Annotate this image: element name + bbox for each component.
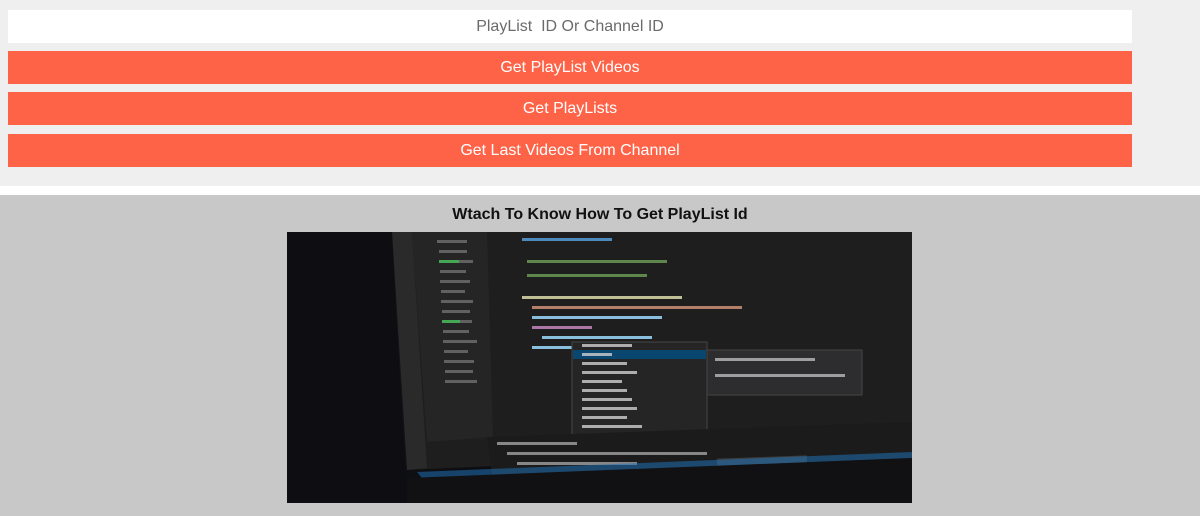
get-last-videos-button[interactable]: Get Last Videos From Channel <box>8 134 1132 167</box>
tutorial-video-section: Wtach To Know How To Get PlayList Id <box>0 195 1200 516</box>
video-thumbnail-image <box>287 232 912 503</box>
get-playlists-button[interactable]: Get PlayLists <box>8 92 1132 125</box>
controls-panel: Get PlayList Videos Get PlayLists Get La… <box>0 0 1141 186</box>
tutorial-video-player[interactable] <box>287 232 912 503</box>
section-divider <box>0 186 1200 195</box>
get-playlist-videos-button[interactable]: Get PlayList Videos <box>8 51 1132 84</box>
playlist-or-channel-id-input[interactable] <box>8 10 1132 43</box>
video-title: Wtach To Know How To Get PlayList Id <box>452 206 748 223</box>
